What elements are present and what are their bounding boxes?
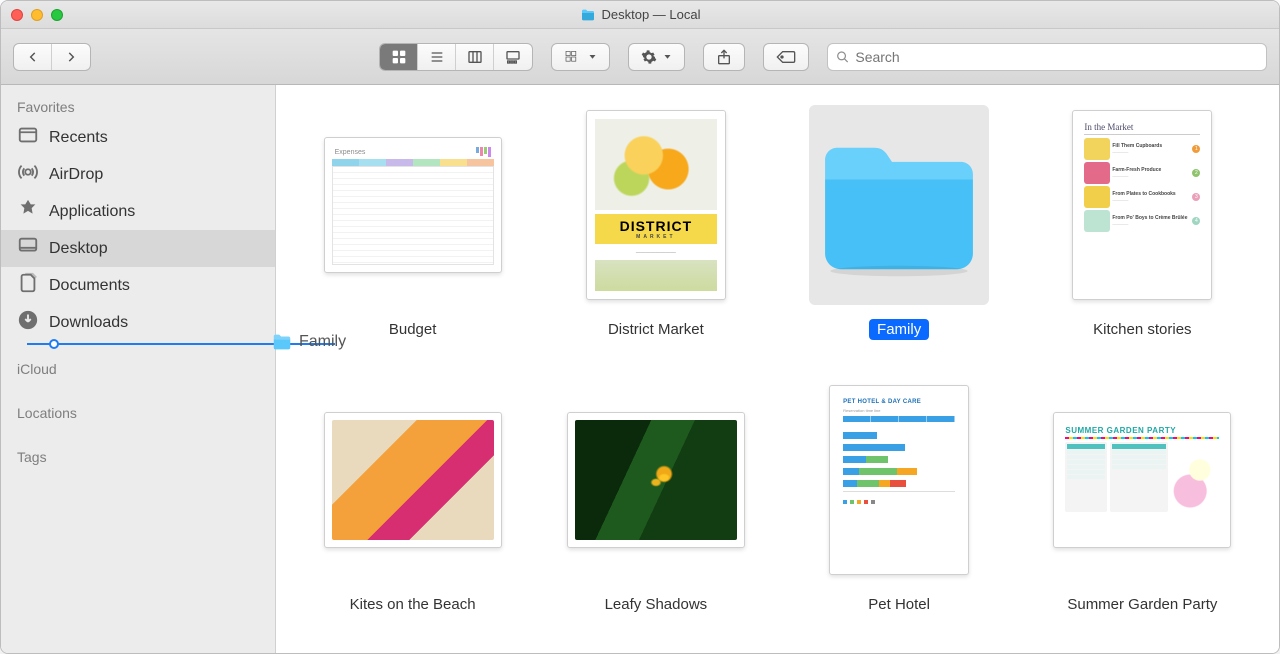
- toolbar: [1, 29, 1279, 85]
- file-label[interactable]: Budget: [381, 319, 445, 340]
- file-item[interactable]: In the MarketFill Them Cupboards――――1Far…: [1036, 105, 1249, 340]
- drop-indicator-dot: [49, 339, 59, 349]
- sidebar-item-airdrop[interactable]: AirDrop: [1, 156, 275, 193]
- search-field[interactable]: [827, 43, 1267, 71]
- gear-icon: [641, 49, 657, 65]
- share-icon: [716, 48, 732, 66]
- chevron-down-icon: [663, 52, 672, 61]
- file-label[interactable]: Pet Hotel: [860, 594, 938, 615]
- sidebar-item-applications[interactable]: Applications: [1, 193, 275, 230]
- gallery-view-button[interactable]: [494, 44, 532, 70]
- file-item[interactable]: Kites on the Beach: [306, 380, 519, 615]
- file-thumbnail[interactable]: SUMMER GARDEN PARTY: [1052, 380, 1232, 580]
- file-thumbnail[interactable]: PET HOTEL & DAY CARE Reservation time li…: [809, 380, 989, 580]
- traffic-lights: [11, 9, 63, 21]
- sidebar-item-documents[interactable]: Documents: [1, 267, 275, 304]
- window-body: Favorites Recents AirDrop Applications D…: [1, 85, 1279, 653]
- file-thumbnail[interactable]: [566, 380, 746, 580]
- file-thumbnail[interactable]: [809, 105, 989, 305]
- file-item[interactable]: SUMMER GARDEN PARTY Summer Garden Party: [1036, 380, 1249, 615]
- file-item[interactable]: Leafy Shadows: [549, 380, 762, 615]
- action-menu-button[interactable]: [628, 43, 685, 71]
- minimize-window-button[interactable]: [31, 9, 43, 21]
- downloads-icon: [17, 309, 39, 336]
- file-thumbnail[interactable]: In the MarketFill Them Cupboards――――1Far…: [1052, 105, 1232, 305]
- share-button[interactable]: [703, 43, 745, 71]
- file-label[interactable]: Summer Garden Party: [1059, 594, 1225, 615]
- file-label[interactable]: District Market: [600, 319, 712, 340]
- folder-icon: [580, 7, 596, 23]
- column-view-button[interactable]: [456, 44, 494, 70]
- chevron-down-icon: [588, 52, 597, 61]
- nav-back-forward: [13, 43, 91, 71]
- zoom-window-button[interactable]: [51, 9, 63, 21]
- search-icon: [836, 50, 849, 64]
- sidebar-header-icloud: iCloud: [1, 355, 275, 381]
- file-grid: Expenses Budget DISTRICTMARKET ―――――――― …: [306, 105, 1249, 615]
- forward-button[interactable]: [52, 44, 90, 70]
- documents-icon: [17, 272, 39, 299]
- group-by-button[interactable]: [551, 43, 610, 71]
- close-window-button[interactable]: [11, 9, 23, 21]
- sidebar-item-label: Documents: [49, 277, 130, 295]
- file-thumbnail[interactable]: Expenses: [323, 105, 503, 305]
- sidebar-item-label: Recents: [49, 129, 108, 147]
- file-label[interactable]: Leafy Shadows: [597, 594, 716, 615]
- sidebar: Favorites Recents AirDrop Applications D…: [1, 85, 276, 653]
- drag-ghost-label: Family: [299, 333, 346, 351]
- tags-button[interactable]: [763, 43, 809, 71]
- file-label[interactable]: Kites on the Beach: [342, 594, 484, 615]
- sidebar-item-recents[interactable]: Recents: [1, 119, 275, 156]
- sidebar-item-desktop[interactable]: Desktop: [1, 230, 275, 267]
- content-area[interactable]: Expenses Budget DISTRICTMARKET ―――――――― …: [276, 85, 1279, 653]
- grid-icon: [564, 50, 582, 64]
- file-thumbnail[interactable]: [323, 380, 503, 580]
- file-item[interactable]: DISTRICTMARKET ―――――――― District Market: [549, 105, 762, 340]
- file-item[interactable]: Family: [793, 105, 1006, 340]
- window-title-text: Desktop — Local: [602, 7, 701, 22]
- search-input[interactable]: [855, 49, 1258, 65]
- airdrop-icon: [17, 161, 39, 188]
- recents-icon: [17, 124, 39, 151]
- sidebar-item-label: AirDrop: [49, 166, 103, 184]
- view-switcher: [379, 43, 533, 71]
- sidebar-header-favorites: Favorites: [1, 93, 275, 119]
- file-label[interactable]: Kitchen stories: [1085, 319, 1199, 340]
- window-title: Desktop — Local: [580, 7, 701, 23]
- titlebar: Desktop — Local: [1, 1, 1279, 29]
- sidebar-header-tags: Tags: [1, 443, 275, 469]
- list-view-button[interactable]: [418, 44, 456, 70]
- sidebar-item-label: Applications: [49, 203, 135, 221]
- tag-icon: [776, 50, 796, 64]
- finder-window: Desktop — Local: [0, 0, 1280, 654]
- file-item[interactable]: Expenses Budget: [306, 105, 519, 340]
- sidebar-item-label: Desktop: [49, 240, 108, 258]
- drop-indicator: Family: [27, 343, 335, 345]
- sidebar-item-label: Downloads: [49, 314, 128, 332]
- back-button[interactable]: [14, 44, 52, 70]
- file-label[interactable]: Family: [869, 319, 929, 340]
- folder-icon: [271, 331, 293, 353]
- folder-icon: [811, 130, 987, 280]
- sidebar-header-locations: Locations: [1, 399, 275, 425]
- sidebar-item-downloads[interactable]: Downloads: [1, 304, 275, 341]
- file-item[interactable]: PET HOTEL & DAY CARE Reservation time li…: [793, 380, 1006, 615]
- icon-view-button[interactable]: [380, 44, 418, 70]
- file-thumbnail[interactable]: DISTRICTMARKET ――――――――: [566, 105, 746, 305]
- drag-ghost: Family: [271, 331, 346, 353]
- desktop-icon: [17, 235, 39, 262]
- applications-icon: [17, 198, 39, 225]
